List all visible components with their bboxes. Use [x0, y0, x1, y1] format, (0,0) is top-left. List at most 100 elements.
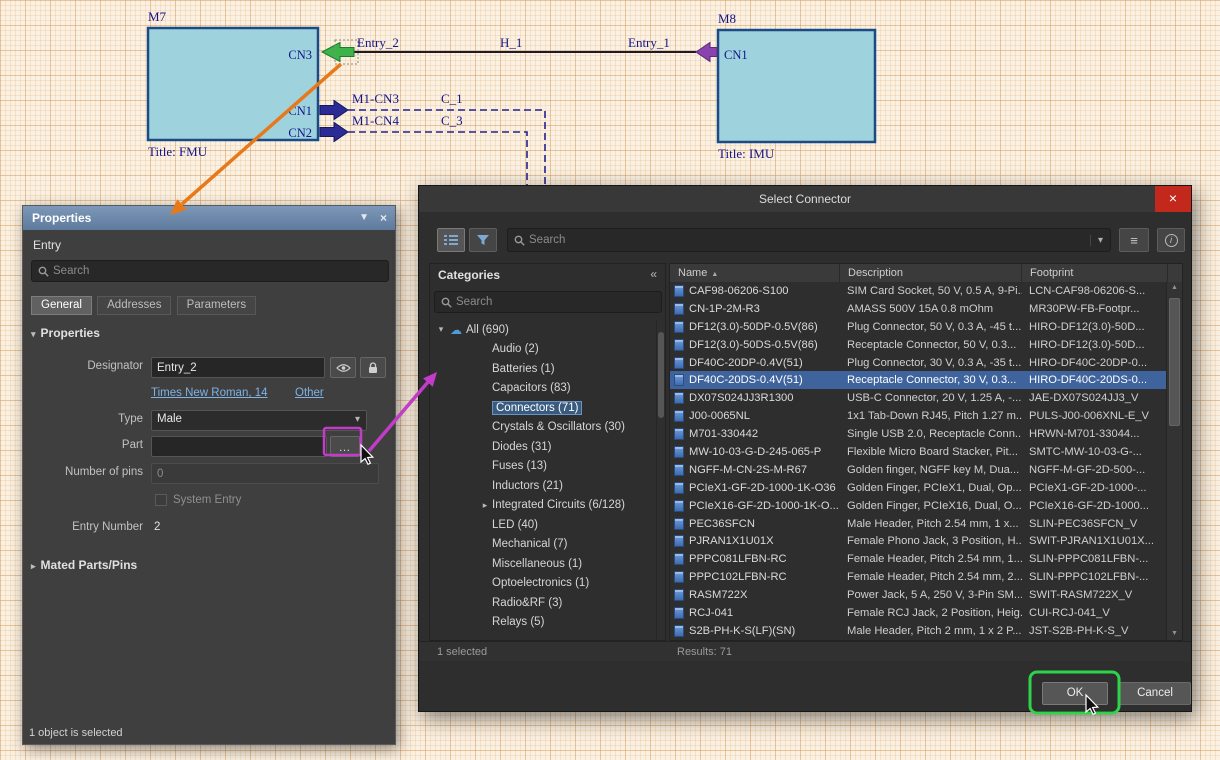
- table-scrollbar[interactable]: ▲ ▼: [1166, 282, 1182, 640]
- panel-close-icon[interactable]: ×: [376, 206, 391, 230]
- tab-general[interactable]: General: [31, 296, 92, 315]
- categories-scrollbar[interactable]: [656, 320, 665, 640]
- column-header-footprint[interactable]: Footprint: [1022, 264, 1168, 282]
- fmu-pin-cn2[interactable]: CN2: [288, 126, 312, 140]
- scrollbar-thumb[interactable]: [658, 332, 664, 418]
- fmu-pin-cn1[interactable]: CN1: [288, 104, 312, 118]
- properties-panel-titlebar[interactable]: Properties ▼ ×: [23, 206, 395, 230]
- table-row[interactable]: S2B-PH-K-S(LF)(SN)Male Header, Pitch 2 m…: [670, 622, 1166, 640]
- table-row[interactable]: DF40C-20DS-0.4V(51)Receptacle Connector,…: [670, 371, 1166, 389]
- categories-search-input[interactable]: [452, 296, 661, 308]
- section-mated-parts[interactable]: ▸Mated Parts/Pins: [31, 558, 137, 572]
- cancel-button[interactable]: Cancel: [1119, 682, 1191, 705]
- dialog-titlebar[interactable]: Select Connector ×: [419, 186, 1191, 212]
- other-font-link[interactable]: Other: [295, 387, 324, 399]
- imu-designator[interactable]: M8: [718, 11, 736, 26]
- visibility-eye-button[interactable]: [330, 357, 356, 378]
- entry-arrow-cn1[interactable]: [320, 101, 348, 120]
- scroll-down-icon[interactable]: ▼: [1167, 628, 1182, 640]
- entry-arrow-purple[interactable]: [696, 43, 717, 62]
- category-item[interactable]: Capacitors (83): [430, 379, 655, 399]
- table-row[interactable]: MW-10-03-G-D-245-065-PFlexible Micro Boa…: [670, 443, 1166, 461]
- list-view-button[interactable]: [437, 228, 465, 252]
- category-item[interactable]: ▸Integrated Circuits (6/128): [430, 496, 655, 516]
- table-row[interactable]: DX07S024JJ3R1300USB-C Connector, 20 V, 1…: [670, 389, 1166, 407]
- table-row[interactable]: PPPC081LFBN-RCFemale Header, Pitch 2.54 …: [670, 550, 1166, 568]
- ok-button[interactable]: OK: [1042, 682, 1108, 705]
- categories-search[interactable]: [434, 291, 662, 313]
- category-item[interactable]: Optoelectronics (1): [430, 574, 655, 594]
- net-label-m1cn3[interactable]: M1-CN3: [352, 91, 399, 106]
- table-row[interactable]: J00-0065NL1x1 Tab-Down RJ45, Pitch 1.27 …: [670, 407, 1166, 425]
- tab-addresses[interactable]: Addresses: [97, 296, 171, 315]
- category-item[interactable]: Crystals & Oscillators (30): [430, 418, 655, 438]
- section-properties[interactable]: ▾Properties: [31, 326, 100, 340]
- table-row[interactable]: RCJ-041Female RCJ Jack, 2 Position, Heig…: [670, 604, 1166, 622]
- table-row[interactable]: CAF98-06206-S100SIM Card Socket, 50 V, 0…: [670, 282, 1166, 300]
- column-header-name[interactable]: Name▲: [670, 264, 840, 282]
- sheet-symbol-imu[interactable]: [718, 30, 875, 142]
- net-label-entry1[interactable]: Entry_1: [628, 35, 670, 50]
- filter-button[interactable]: [469, 228, 497, 252]
- net-label-entry2[interactable]: Entry_2: [357, 35, 399, 50]
- category-item[interactable]: Connectors (71): [430, 398, 655, 418]
- scroll-up-icon[interactable]: ▲: [1167, 282, 1182, 294]
- net-label-c3[interactable]: C_3: [441, 113, 463, 128]
- collapse-pane-icon[interactable]: «: [650, 267, 657, 281]
- category-item[interactable]: Audio (2): [430, 340, 655, 360]
- part-browse-button[interactable]: …: [330, 436, 360, 457]
- category-item[interactable]: Batteries (1): [430, 359, 655, 379]
- lock-button[interactable]: [360, 357, 386, 378]
- type-dropdown[interactable]: Male ▾: [151, 410, 367, 431]
- category-item[interactable]: LED (40): [430, 515, 655, 535]
- table-row[interactable]: DF12(3.0)-50DS-0.5V(86)Receptacle Connec…: [670, 336, 1166, 354]
- category-item[interactable]: Relays (5): [430, 613, 655, 633]
- imu-pin-cn1[interactable]: CN1: [724, 48, 748, 62]
- info-button[interactable]: i: [1157, 228, 1185, 252]
- net-label-c1[interactable]: C_1: [441, 91, 463, 106]
- fmu-title[interactable]: Title: FMU: [148, 144, 208, 159]
- column-header-description[interactable]: Description: [840, 264, 1022, 282]
- category-item[interactable]: Diodes (31): [430, 437, 655, 457]
- table-row[interactable]: PEC36SFCNMale Header, Pitch 2.54 mm, 1 x…: [670, 515, 1166, 533]
- table-row[interactable]: PJRAN1X1U01XFemale Phono Jack, 3 Positio…: [670, 532, 1166, 550]
- properties-search-input[interactable]: [49, 265, 388, 277]
- search-history-chevron-icon[interactable]: ▾: [1090, 235, 1110, 246]
- table-row[interactable]: RASM722XPower Jack, 5 A, 250 V, 3-Pin SM…: [670, 586, 1166, 604]
- table-row[interactable]: DF12(3.0)-50DP-0.5V(86)Plug Connector, 5…: [670, 318, 1166, 336]
- table-row[interactable]: CN-1P-2M-R3AMASS 500V 15A 0.8 mOhmMR30PW…: [670, 300, 1166, 318]
- scrollbar-thumb[interactable]: [1169, 298, 1180, 426]
- sheet-symbol-fmu[interactable]: [148, 28, 318, 140]
- category-item[interactable]: Fuses (13): [430, 457, 655, 477]
- net-label-m1cn4[interactable]: M1-CN4: [352, 113, 399, 128]
- entry-arrow-green[interactable]: [322, 43, 354, 62]
- category-item[interactable]: ▾☁All (690): [430, 320, 655, 340]
- part-input[interactable]: [151, 436, 327, 457]
- designator-input[interactable]: [151, 357, 325, 378]
- font-link[interactable]: Times New Roman, 14: [151, 387, 268, 399]
- connector-search-input[interactable]: [525, 234, 1090, 246]
- table-row[interactable]: PCIeX1-GF-2D-1000-1K-O36Golden Finger, P…: [670, 479, 1166, 497]
- fmu-designator[interactable]: M7: [148, 9, 167, 24]
- category-item[interactable]: Miscellaneous (1): [430, 554, 655, 574]
- imu-title[interactable]: Title: IMU: [718, 146, 775, 161]
- net-label-h1[interactable]: H_1: [500, 35, 522, 50]
- tab-parameters[interactable]: Parameters: [177, 296, 256, 315]
- category-item[interactable]: Inductors (21): [430, 476, 655, 496]
- table-row[interactable]: M701-330442Single USB 2.0, Receptacle Co…: [670, 425, 1166, 443]
- expand-icon[interactable]: ▸: [478, 500, 492, 511]
- fmu-pin-cn3[interactable]: CN3: [288, 48, 312, 62]
- table-row[interactable]: DF40C-20DP-0.4V(51)Plug Connector, 30 V,…: [670, 354, 1166, 372]
- table-row[interactable]: PPPC102LFBN-RCFemale Header, Pitch 2.54 …: [670, 568, 1166, 586]
- dialog-close-button[interactable]: ×: [1155, 186, 1191, 212]
- columns-menu-button[interactable]: ≡: [1119, 228, 1149, 252]
- category-item[interactable]: Radio&RF (3): [430, 593, 655, 613]
- panel-menu-icon[interactable]: ▼: [355, 206, 373, 230]
- entry-arrow-cn2[interactable]: [320, 123, 348, 142]
- connector-search[interactable]: ▾: [507, 228, 1111, 252]
- table-row[interactable]: NGFF-M-CN-2S-M-R67Golden finger, NGFF ke…: [670, 461, 1166, 479]
- properties-search[interactable]: [31, 260, 389, 282]
- table-row[interactable]: PCIeX16-GF-2D-1000-1K-O...Golden Finger,…: [670, 497, 1166, 515]
- expanded-icon[interactable]: ▾: [434, 324, 448, 335]
- category-item[interactable]: Mechanical (7): [430, 535, 655, 555]
